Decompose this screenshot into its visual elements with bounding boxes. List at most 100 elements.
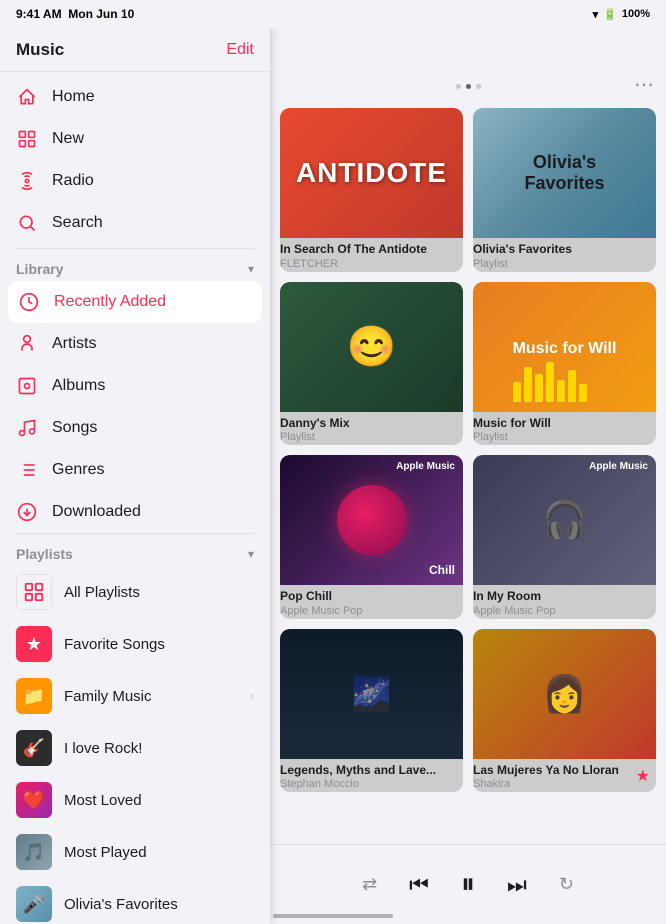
radio-icon — [16, 170, 38, 192]
grid-row-1: ANTIDOTE In Search Of The Antidote FLETC… — [280, 108, 656, 272]
songs-icon — [16, 417, 38, 439]
dot-1 — [456, 84, 461, 89]
radio-label: Radio — [52, 172, 94, 190]
home-label: Home — [52, 88, 95, 106]
sidebar-item-artists[interactable]: Artists — [0, 323, 270, 365]
playlist-item-olivias[interactable]: 🎤 Olivia's Favorites — [0, 878, 270, 924]
antidote-text: ANTIDOTE — [296, 157, 447, 189]
wifi-icon: ▾ — [593, 8, 599, 21]
sidebar-item-downloaded[interactable]: Downloaded — [0, 491, 270, 533]
dot-3 — [476, 84, 481, 89]
play-pause-button[interactable]: ⏸ — [461, 868, 475, 901]
sidebar-item-radio[interactable]: Radio — [0, 160, 270, 202]
music-grid: ANTIDOTE In Search Of The Antidote FLETC… — [270, 100, 666, 844]
popchill-orb — [337, 485, 407, 555]
genres-icon — [16, 459, 38, 481]
most-played-thumb: 🎵 — [16, 834, 52, 870]
card-danny[interactable]: 😊 Danny's Mix Playlist — [280, 282, 463, 446]
chill-label: Chill — [429, 563, 455, 577]
back-button[interactable]: ⏮ — [409, 872, 429, 898]
card-subtitle-olivia: Playlist — [473, 258, 656, 270]
card-subtitle-danny: Playlist — [280, 431, 463, 443]
card-inmyroom[interactable]: 🎧 Apple Music In My Room Apple Music Pop — [473, 455, 656, 619]
legends-art: 🌌 — [280, 629, 463, 759]
card-info-popchill: Pop Chill Apple Music Pop — [280, 585, 463, 619]
card-info-inmyroom: In My Room Apple Music Pop — [473, 585, 656, 619]
card-subtitle-inmyroom: Apple Music Pop — [473, 605, 656, 617]
artists-label: Artists — [52, 335, 96, 353]
sidebar-item-albums[interactable]: Albums — [0, 365, 270, 407]
card-title-legends: Legends, Myths and Lave... — [280, 763, 463, 779]
forward-button[interactable]: ⏭ — [507, 872, 527, 898]
player-bar: ⇄ ⏮ ⏸ ⏭ ↻ — [270, 844, 666, 924]
sidebar-item-new[interactable]: New — [0, 118, 270, 160]
sidebar-item-recently-added[interactable]: Recently Added — [8, 281, 262, 323]
nav-section: Home New — [0, 72, 270, 248]
olivias-label: Olivia's Favorites — [64, 896, 254, 913]
card-subtitle-popchill: Apple Music Pop — [280, 605, 463, 617]
search-label: Search — [52, 214, 103, 232]
playlists-label: Playlists — [16, 546, 73, 562]
card-title-mfw: Music for Will — [473, 416, 656, 432]
most-played-label: Most Played — [64, 844, 254, 861]
card-title-olivia: Olivia's Favorites — [473, 242, 656, 258]
card-olivia[interactable]: Olivia'sFavorites Olivia's Favorites Pla… — [473, 108, 656, 272]
home-icon — [16, 86, 38, 108]
songs-label: Songs — [52, 419, 97, 437]
page-dots — [270, 72, 666, 100]
playlists-section-header: Playlists ▾ — [0, 534, 270, 566]
player-controls: ⇄ ⏮ ⏸ ⏭ ↻ — [362, 868, 574, 901]
dot-2 — [466, 84, 471, 89]
card-subtitle-mfw: Playlist — [473, 431, 656, 443]
edit-button[interactable]: Edit — [226, 41, 254, 59]
playlist-item-all[interactable]: All Playlists — [0, 566, 270, 618]
most-loved-thumb: ❤️ — [16, 782, 52, 818]
card-title-danny: Danny's Mix — [280, 416, 463, 432]
downloaded-label: Downloaded — [52, 503, 141, 521]
playlist-item-rock[interactable]: 🎸 I love Rock! — [0, 722, 270, 774]
playlist-item-most-loved[interactable]: ❤️ Most Loved — [0, 774, 270, 826]
card-info-mfw: Music for Will Playlist — [473, 412, 656, 446]
recently-added-icon — [18, 291, 40, 313]
am-badge-inmyroom: Apple Music — [589, 461, 648, 472]
all-playlists-thumb — [16, 574, 52, 610]
shuffle-button[interactable]: ⇄ — [362, 874, 377, 895]
card-title-fletcher: In Search Of The Antidote — [280, 242, 463, 258]
playlist-item-most-played[interactable]: 🎵 Most Played — [0, 826, 270, 878]
sidebar-item-home[interactable]: Home — [0, 76, 270, 118]
card-mujeres[interactable]: 👩 Las Mujeres Ya No Lloran Shakira ★ — [473, 629, 656, 793]
inmyroom-emoji: 🎧 — [542, 499, 587, 541]
danny-emoji: 😊 — [347, 323, 397, 370]
more-button[interactable]: ⋯ — [634, 72, 654, 97]
artists-icon — [16, 333, 38, 355]
star-badge-mujeres: ★ — [636, 766, 650, 786]
sidebar-item-songs[interactable]: Songs — [0, 407, 270, 449]
playlist-item-family[interactable]: 📁 Family Music › — [0, 670, 270, 722]
status-icons: ▾ 🔋 100% — [593, 8, 650, 21]
mujeres-art: 👩 — [473, 629, 656, 759]
downloaded-icon — [16, 501, 38, 523]
sidebar-scroll[interactable]: Home New — [0, 72, 270, 924]
family-music-label: Family Music — [64, 688, 238, 705]
irock-thumb: 🎸 — [16, 730, 52, 766]
most-loved-label: Most Loved — [64, 792, 254, 809]
all-playlists-label: All Playlists — [64, 584, 254, 601]
repeat-button[interactable]: ↻ — [559, 874, 574, 895]
grid-row-4: 🌌 Legends, Myths and Lave... Stephan Moc… — [280, 629, 656, 793]
playlist-item-favorite[interactable]: ★ Favorite Songs — [0, 618, 270, 670]
card-title-popchill: Pop Chill — [280, 589, 463, 605]
card-musicforwill[interactable]: Music for Will Music for Will — [473, 282, 656, 446]
card-subtitle-fletcher: FLETCHER — [280, 258, 463, 270]
card-popchill[interactable]: Apple Music Chill Pop Chill Apple Music … — [280, 455, 463, 619]
card-fletcher[interactable]: ANTIDOTE In Search Of The Antidote FLETC… — [280, 108, 463, 272]
battery-icon: 🔋 — [603, 8, 617, 21]
card-legends[interactable]: 🌌 Legends, Myths and Lave... Stephan Moc… — [280, 629, 463, 793]
playlists-chevron: ▾ — [248, 547, 254, 561]
favorite-songs-label: Favorite Songs — [64, 636, 254, 653]
grid-row-3: Apple Music Chill Pop Chill Apple Music … — [280, 455, 656, 619]
card-subtitle-mujeres: Shakira — [473, 778, 656, 790]
sidebar-item-genres[interactable]: Genres — [0, 449, 270, 491]
recently-added-label: Recently Added — [54, 293, 166, 311]
card-subtitle-legends: Stephan Moccio — [280, 778, 463, 790]
sidebar-item-search[interactable]: Search — [0, 202, 270, 244]
